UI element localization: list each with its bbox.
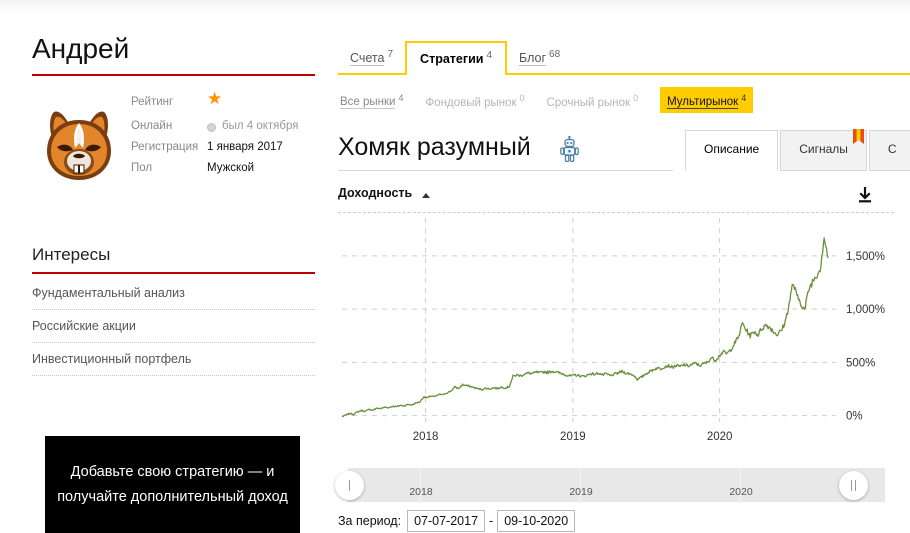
chart-svg: 0% 500% 1,000% 1,500% 2018 2019 2020 xyxy=(341,218,885,443)
main-content: Счета 7 Стратегии 4 Блог 68 Все рынки 4 Фонд… xyxy=(330,0,910,533)
subtab-multimarket-label: Мультирынок xyxy=(667,96,739,110)
strategy-title-divider xyxy=(338,170,673,171)
returns-line-chart[interactable]: 0% 500% 1,000% 1,500% 2018 2019 2020 xyxy=(338,218,906,448)
download-icon[interactable] xyxy=(856,186,874,205)
navigator-handle-left-grip-icon xyxy=(335,471,364,500)
tab-signals-label: Сигналы xyxy=(799,142,848,156)
subtab-all-markets-count: 4 xyxy=(398,92,404,103)
tab-statistics[interactable]: С xyxy=(868,130,910,171)
subtab-derivatives-market-count: 0 xyxy=(633,92,639,103)
secondary-tabs: Все рынки 4 Фондовый рынок 0 Срочный рынок… xyxy=(340,86,754,114)
tab-accounts[interactable]: Счета 7 xyxy=(338,48,405,73)
promo-banner-text: Добавьте свою стратегию — и получайте до… xyxy=(57,463,288,505)
tab-description[interactable]: Описание xyxy=(685,130,779,171)
promo-banner[interactable]: Добавьте свою стратегию — и получайте до… xyxy=(45,436,300,533)
period-label: За период: xyxy=(338,514,402,528)
info-row-registration: Регистрация 1 января 2017 xyxy=(131,137,321,158)
subtab-all-markets[interactable]: Все рынки 4 xyxy=(340,91,404,110)
info-row-gender: Пол Мужской xyxy=(131,158,321,179)
subtab-derivatives-market-label: Срочный рынок xyxy=(546,96,631,109)
chart-header: Доходность xyxy=(338,186,906,212)
navigator-handle-right[interactable] xyxy=(839,471,868,500)
tab-accounts-count: 7 xyxy=(387,48,394,60)
tab-blog-label: Блог xyxy=(519,51,547,66)
tab-blog[interactable]: Блог 68 xyxy=(507,48,572,73)
list-item[interactable]: Инвестиционный портфель xyxy=(32,343,315,376)
info-value-registration: 1 января 2017 xyxy=(207,141,283,153)
robot-icon xyxy=(560,135,580,162)
rating-star-icon: ★ xyxy=(207,89,223,108)
tab-accounts-label: Счета xyxy=(350,51,385,66)
interests-heading: Интересы xyxy=(32,245,111,264)
tab-blog-count: 68 xyxy=(549,48,561,60)
info-label-gender: Пол xyxy=(131,162,153,174)
interests-list: Фундаментальный анализ Российские акции … xyxy=(32,277,315,376)
chart-range-navigator[interactable]: 2018 2019 2020 xyxy=(335,466,894,504)
tab-signals[interactable]: Сигналы xyxy=(780,129,867,171)
offline-status-dot-icon xyxy=(207,123,216,132)
svg-text:2018: 2018 xyxy=(413,431,439,443)
page-root: Андрей Рейтинг ★ Онлайн был 4 октября Ре… xyxy=(0,0,910,533)
period-from-input[interactable]: 07-07-2017 xyxy=(407,510,486,532)
subtab-all-markets-label: Все рынки xyxy=(340,96,396,110)
returns-chart-panel: Доходность 0% 500% 1,000% 1,500% 2018 2019 202… xyxy=(338,186,906,466)
tab-strategies-label: Стратегии xyxy=(420,52,484,66)
tab-strategies[interactable]: Стратегии 4 xyxy=(405,40,507,75)
page-title: Андрей xyxy=(32,33,130,64)
info-value-gender: Мужской xyxy=(207,162,255,174)
svg-text:0%: 0% xyxy=(846,411,863,423)
navigator-year-label: 2018 xyxy=(409,486,433,498)
strategy-header: Хомяк разумный Описание Сигналы С xyxy=(338,129,910,175)
subtab-stock-market-count: 0 xyxy=(519,92,525,103)
navigator-year-label: 2020 xyxy=(729,486,753,498)
strategy-title: Хомяк разумный xyxy=(338,133,531,161)
list-item[interactable]: Российские акции xyxy=(32,310,315,343)
navigator-year-label: 2019 xyxy=(569,486,593,498)
tab-strategies-count: 4 xyxy=(486,49,492,61)
svg-text:1,500%: 1,500% xyxy=(846,251,885,263)
strategy-tabs: Описание Сигналы С xyxy=(685,129,910,171)
subtab-multimarket[interactable]: Мультирынок 4 xyxy=(660,86,754,114)
tab-statistics-label: С xyxy=(887,142,897,156)
info-row-rating: Рейтинг ★ xyxy=(131,89,321,116)
profile-name-divider xyxy=(32,74,315,76)
period-to-input[interactable]: 09-10-2020 xyxy=(497,510,576,532)
subtab-stock-market-label: Фондовый рынок xyxy=(425,96,517,109)
info-label-registration: Регистрация xyxy=(131,141,199,153)
subtab-derivatives-market[interactable]: Срочный рынок 0 xyxy=(547,91,639,110)
period-dash: - xyxy=(489,514,494,528)
ribbon-icon xyxy=(852,129,864,145)
primary-tabs: Счета 7 Стратегии 4 Блог 68 xyxy=(338,40,572,75)
caret-up-icon[interactable] xyxy=(422,193,430,198)
interests-divider xyxy=(32,272,315,274)
info-row-online: Онлайн был 4 октября xyxy=(131,116,321,137)
info-label-rating: Рейтинг xyxy=(131,96,174,108)
svg-text:500%: 500% xyxy=(846,357,875,369)
period-selector: За период: 07-07-2017 - 09-10-2020 xyxy=(338,510,576,532)
navigator-handle-right-grip-icon xyxy=(839,471,868,500)
avatar[interactable] xyxy=(35,100,123,188)
profile-info-table: Рейтинг ★ Онлайн был 4 октября Регистрац… xyxy=(131,89,321,179)
profile-sidebar: Андрей Рейтинг ★ Онлайн был 4 октября Ре… xyxy=(0,0,330,533)
navigator-handle-left[interactable] xyxy=(335,471,364,500)
chart-header-divider xyxy=(338,212,894,213)
svg-text:2019: 2019 xyxy=(560,431,586,443)
list-item[interactable]: Фундаментальный анализ xyxy=(32,277,315,310)
svg-text:1,000%: 1,000% xyxy=(846,304,885,316)
svg-text:2020: 2020 xyxy=(707,431,733,443)
tab-description-label: Описание xyxy=(704,142,760,156)
info-label-online: Онлайн xyxy=(131,120,173,132)
chart-header-label: Доходность xyxy=(338,186,413,200)
subtab-stock-market[interactable]: Фондовый рынок 0 xyxy=(426,91,525,110)
info-value-online: был 4 октября xyxy=(222,120,299,132)
subtab-multimarket-count: 4 xyxy=(741,92,747,103)
